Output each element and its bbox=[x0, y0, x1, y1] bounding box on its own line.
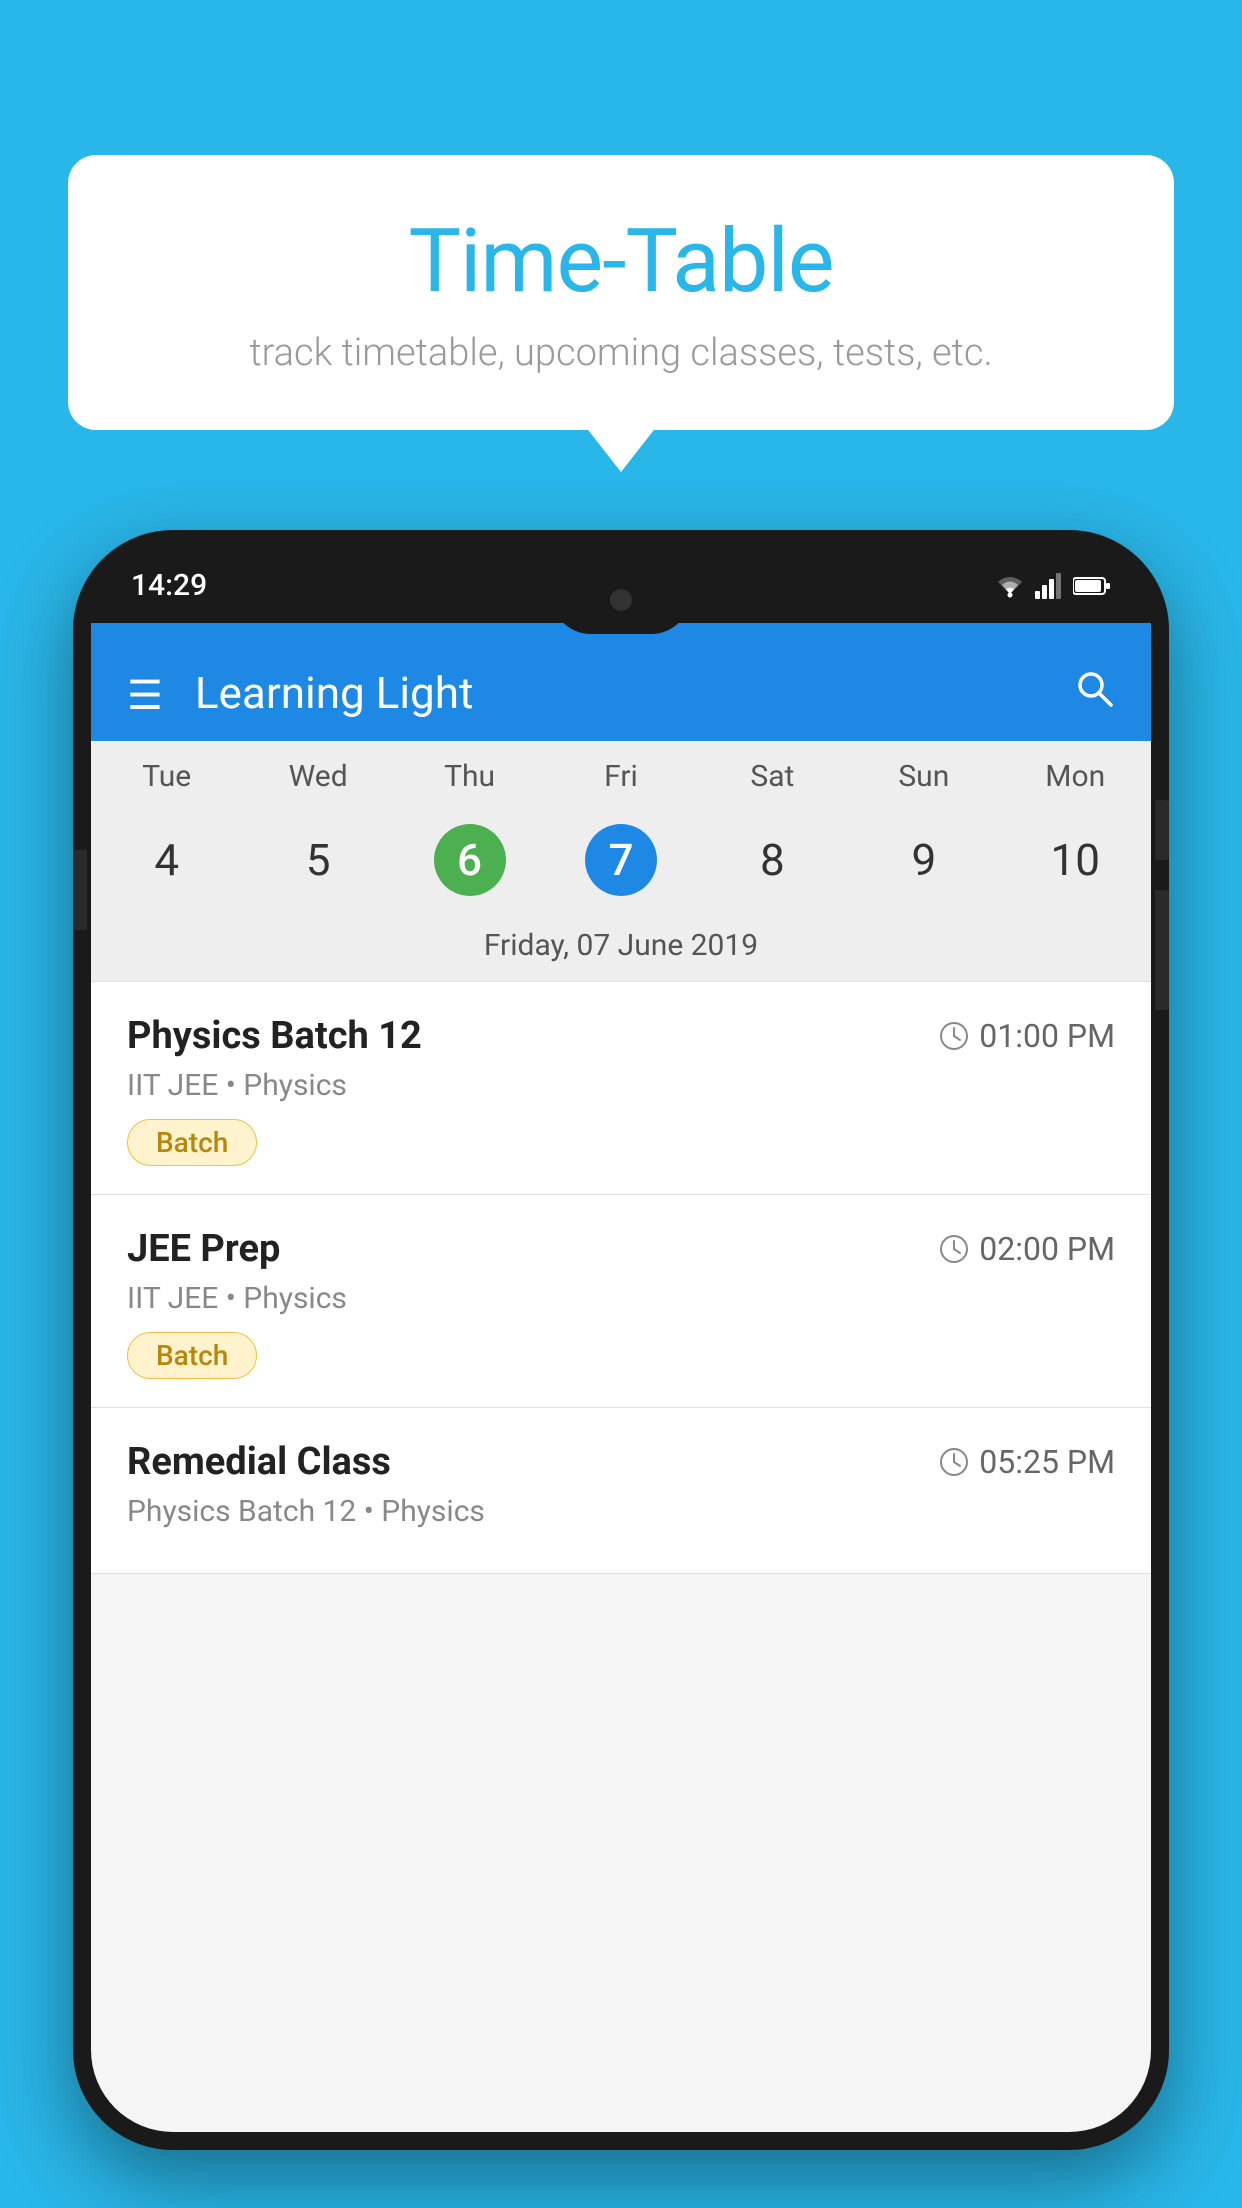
schedule-title-0: Physics Batch 12 bbox=[127, 1014, 422, 1058]
phone-screen: ☰ Learning Light TueWedThuFriSatSunMon 4… bbox=[91, 548, 1151, 2132]
wifi-icon bbox=[993, 572, 1027, 600]
day-number-4[interactable]: 4 bbox=[91, 814, 242, 906]
volume-button bbox=[73, 850, 87, 930]
day-header-wed: Wed bbox=[242, 741, 393, 804]
day-headers: TueWedThuFriSatSunMon bbox=[91, 741, 1151, 804]
power-button-bottom bbox=[1155, 890, 1169, 1010]
clock-icon bbox=[939, 1447, 969, 1477]
clock-icon bbox=[939, 1234, 969, 1264]
signal-icon bbox=[1035, 573, 1065, 599]
phone-frame: 14:29 bbox=[73, 530, 1169, 2208]
selected-date-label: Friday, 07 June 2019 bbox=[91, 916, 1151, 982]
day-header-thu: Thu bbox=[394, 741, 545, 804]
day-header-fri: Fri bbox=[545, 741, 696, 804]
day-number-7[interactable]: 7 bbox=[545, 814, 696, 906]
day-number-10[interactable]: 10 bbox=[1000, 814, 1151, 906]
bubble-title: Time-Table bbox=[128, 210, 1114, 313]
day-header-sat: Sat bbox=[697, 741, 848, 804]
day-header-mon: Mon bbox=[1000, 741, 1151, 804]
calendar-strip: TueWedThuFriSatSunMon 45678910 Friday, 0… bbox=[91, 741, 1151, 982]
clock-icon bbox=[939, 1021, 969, 1051]
day-number-5[interactable]: 5 bbox=[242, 814, 393, 906]
day-header-tue: Tue bbox=[91, 741, 242, 804]
day-numbers: 45678910 bbox=[91, 804, 1151, 916]
battery-icon bbox=[1073, 575, 1111, 597]
status-bar: 14:29 bbox=[91, 548, 1151, 623]
schedule-title-2: Remedial Class bbox=[127, 1440, 391, 1484]
schedule-subtitle-0: IIT JEE • Physics bbox=[127, 1068, 1115, 1103]
status-icons bbox=[993, 572, 1111, 600]
schedule-item-0[interactable]: Physics Batch 12 01:00 PM IIT JEE • Physi… bbox=[91, 982, 1151, 1195]
schedule-title-1: JEE Prep bbox=[127, 1227, 280, 1271]
batch-badge-1: Batch bbox=[127, 1332, 257, 1379]
schedule-item-2[interactable]: Remedial Class 05:25 PM Physics Batch 12 … bbox=[91, 1408, 1151, 1574]
schedule-time-0: 01:00 PM bbox=[939, 1017, 1115, 1055]
power-button-top bbox=[1155, 800, 1169, 860]
menu-icon[interactable]: ☰ bbox=[127, 672, 163, 719]
schedule-list: Physics Batch 12 01:00 PM IIT JEE • Physi… bbox=[91, 982, 1151, 1574]
app-title: Learning Light bbox=[195, 667, 1073, 719]
speech-bubble-container: Time-Table track timetable, upcoming cla… bbox=[68, 155, 1174, 430]
day-header-sun: Sun bbox=[848, 741, 999, 804]
bubble-subtitle: track timetable, upcoming classes, tests… bbox=[128, 331, 1114, 375]
day-number-6[interactable]: 6 bbox=[394, 814, 545, 906]
day-number-8[interactable]: 8 bbox=[697, 814, 848, 906]
app-bar: ☰ Learning Light bbox=[91, 623, 1151, 741]
schedule-item-1[interactable]: JEE Prep 02:00 PM IIT JEE • Physics Batch bbox=[91, 1195, 1151, 1408]
phone-time: 14:29 bbox=[131, 568, 207, 603]
batch-badge-0: Batch bbox=[127, 1119, 257, 1166]
schedule-subtitle-2: Physics Batch 12 • Physics bbox=[127, 1494, 1115, 1529]
phone-notch bbox=[551, 566, 691, 634]
phone-outer: 14:29 bbox=[73, 530, 1169, 2150]
schedule-time-1: 02:00 PM bbox=[939, 1230, 1115, 1268]
speech-bubble: Time-Table track timetable, upcoming cla… bbox=[68, 155, 1174, 430]
schedule-subtitle-1: IIT JEE • Physics bbox=[127, 1281, 1115, 1316]
camera bbox=[610, 589, 632, 611]
day-number-9[interactable]: 9 bbox=[848, 814, 999, 906]
search-icon[interactable] bbox=[1073, 667, 1115, 719]
schedule-time-2: 05:25 PM bbox=[939, 1443, 1115, 1481]
